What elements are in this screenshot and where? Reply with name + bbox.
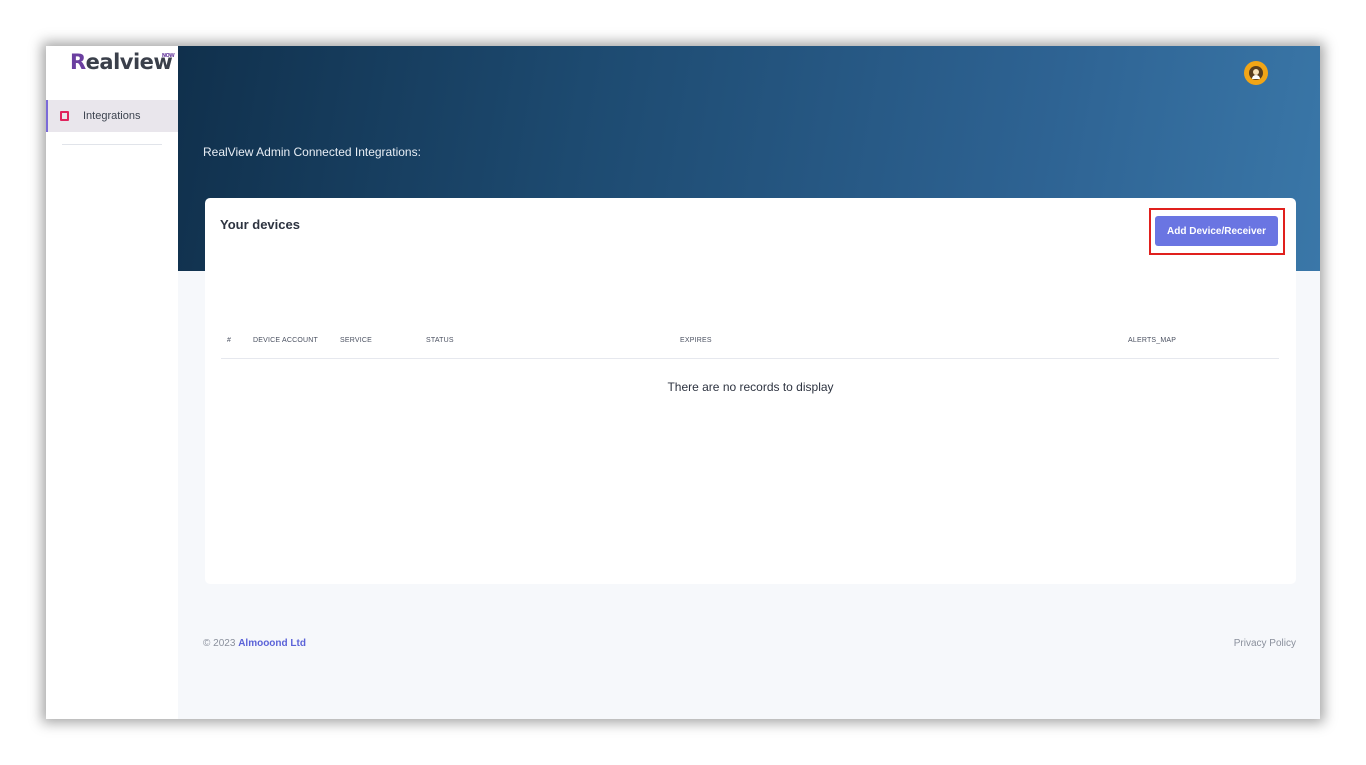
brand-logo[interactable]: Realview NOW xyxy=(70,50,175,86)
column-header-alerts-map[interactable]: ALERTS_MAP xyxy=(1128,337,1176,344)
sidebar-item-label: Integrations xyxy=(83,110,141,122)
footer-copyright: © 2023 Almooond Ltd xyxy=(203,638,306,649)
page-title: RealView Admin Connected Integrations: xyxy=(203,145,421,159)
column-header-index[interactable]: # xyxy=(227,337,231,344)
column-header-service[interactable]: SERVICE xyxy=(340,337,372,344)
table-header: # DEVICE ACCOUNT SERVICE STATUS EXPIRES … xyxy=(221,334,1279,359)
highlight-box: Add Device/Receiver xyxy=(1149,208,1285,255)
copyright-text: © 2023 xyxy=(203,638,236,649)
company-link[interactable]: Almooond Ltd xyxy=(238,638,306,649)
privacy-policy-link[interactable]: Privacy Policy xyxy=(1234,638,1296,649)
logo-tag: NOW xyxy=(161,53,175,59)
column-header-expires[interactable]: EXPIRES xyxy=(680,337,712,344)
sidebar-item-integrations[interactable]: Integrations xyxy=(46,100,178,132)
logo-text: ealview xyxy=(85,50,173,74)
main-content: RealView Admin Connected Integrations: Y… xyxy=(178,46,1320,719)
user-avatar-icon[interactable] xyxy=(1244,61,1268,85)
empty-state-message: There are no records to display xyxy=(667,380,834,394)
sidebar: Realview NOW Integrations xyxy=(46,46,178,719)
add-device-button[interactable]: Add Device/Receiver xyxy=(1155,216,1278,246)
avatar-figure xyxy=(1249,66,1263,80)
column-header-device-account[interactable]: DEVICE ACCOUNT xyxy=(253,337,318,344)
card-title: Your devices xyxy=(220,217,300,232)
tablet-icon xyxy=(60,111,69,121)
devices-card: Your devices Add Device/Receiver # DEVIC… xyxy=(205,198,1296,584)
column-header-status[interactable]: STATUS xyxy=(426,337,454,344)
sidebar-divider xyxy=(62,144,162,145)
app-window: Realview NOW Integrations RealView Admin… xyxy=(46,46,1320,719)
logo-initial: R xyxy=(70,50,86,74)
